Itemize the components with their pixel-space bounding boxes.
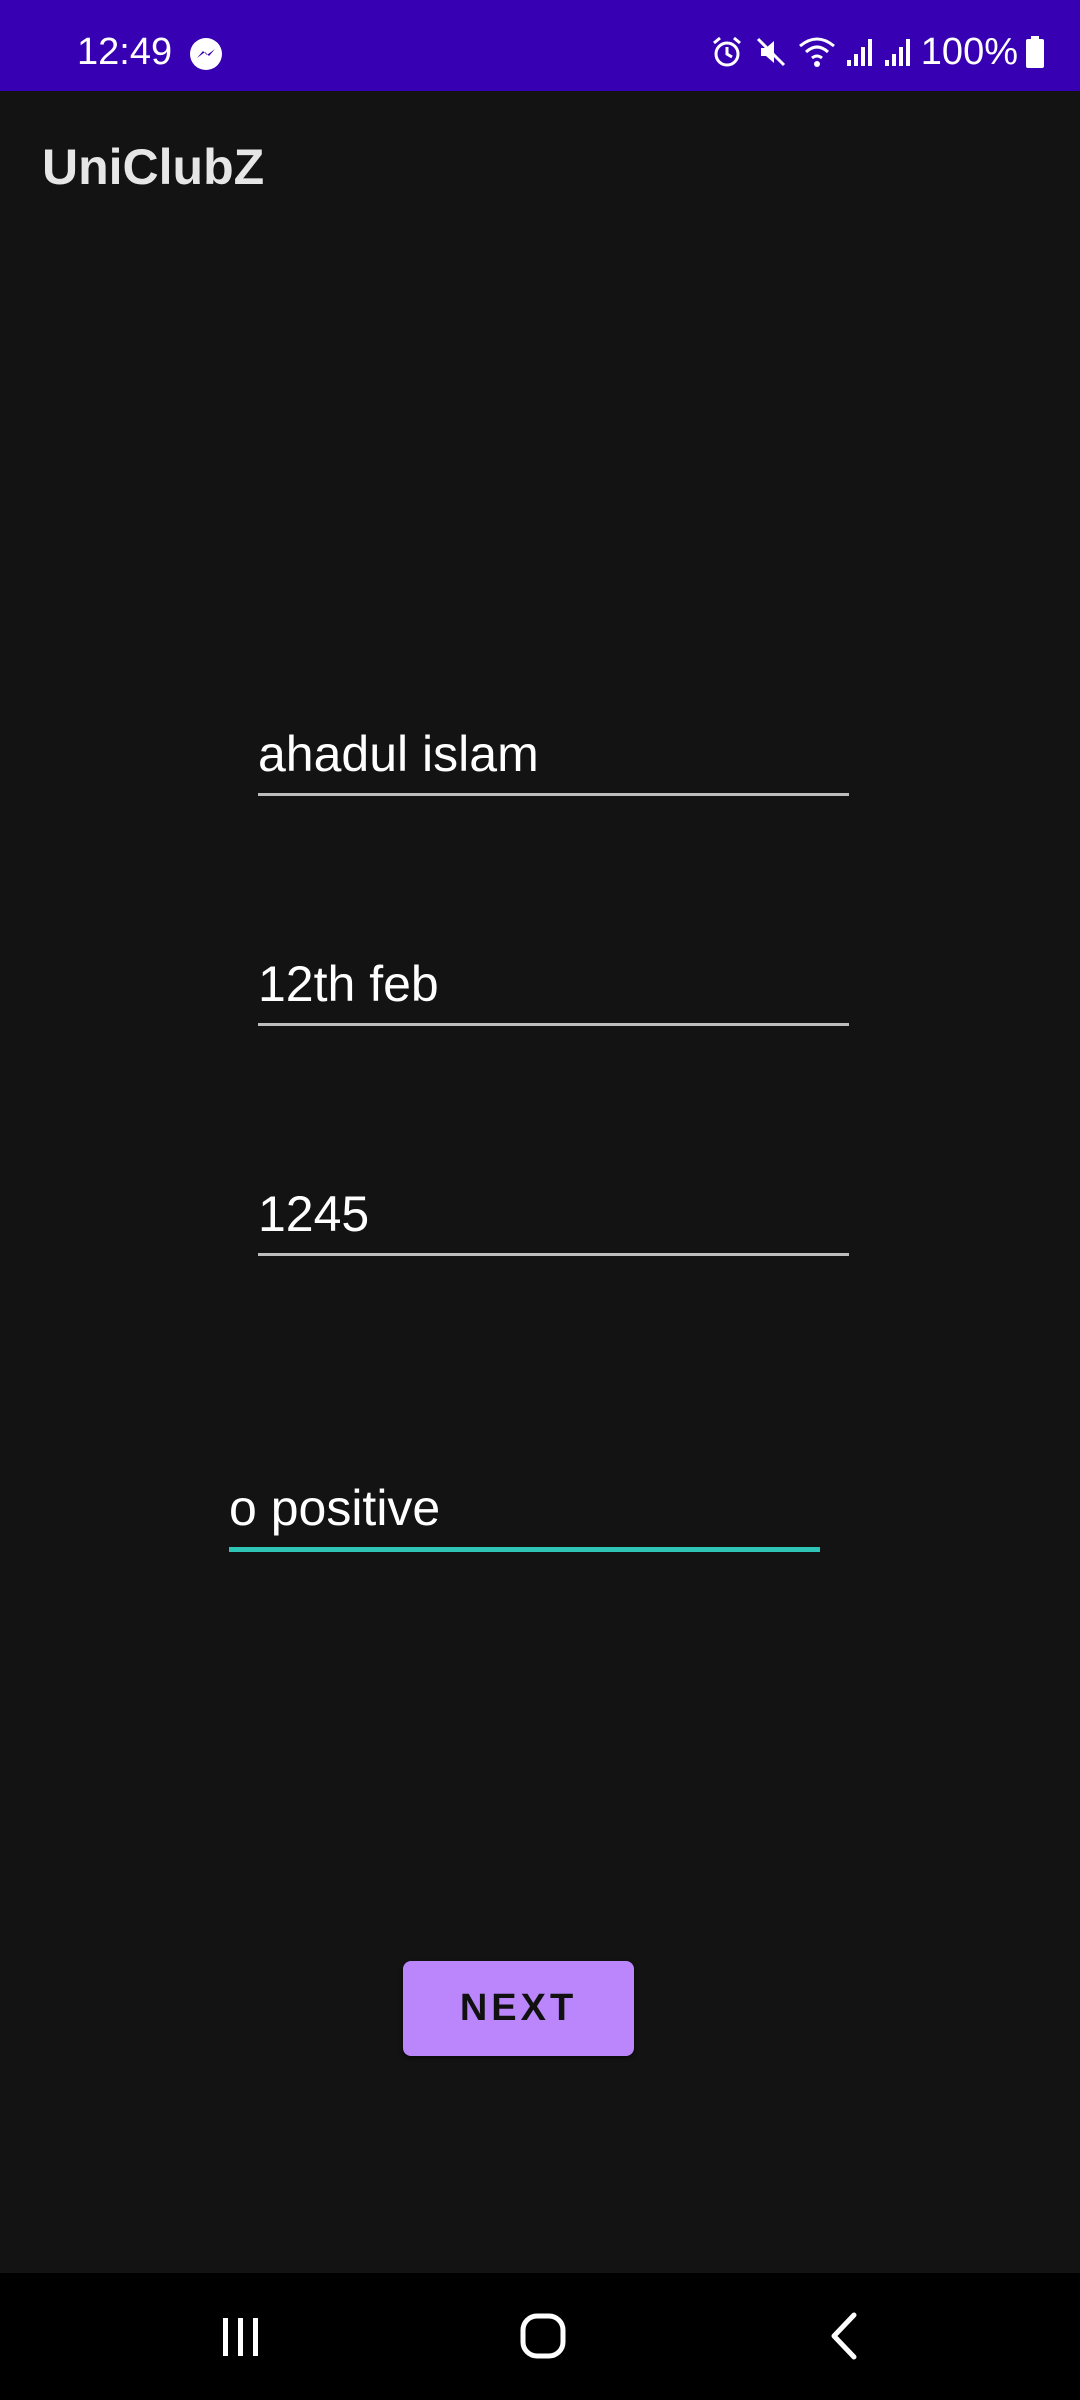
date-of-birth-field-value: 12th feb xyxy=(258,956,439,1012)
name-field[interactable]: ahadul islam xyxy=(258,724,849,796)
date-of-birth-field-underline xyxy=(258,1023,849,1026)
next-button[interactable]: NEXT xyxy=(403,1961,634,2056)
recents-icon[interactable] xyxy=(206,2301,276,2371)
signal-icon xyxy=(884,39,910,66)
id-field[interactable]: 1245 xyxy=(258,1184,849,1256)
status-bar: 12:49 100% xyxy=(0,0,1080,91)
battery-percent: 100% xyxy=(920,31,1018,73)
back-icon[interactable] xyxy=(810,2301,880,2371)
app-title: UniClubZ xyxy=(42,139,265,195)
home-icon[interactable] xyxy=(508,2301,578,2371)
id-field-value: 1245 xyxy=(258,1186,370,1242)
blood-group-field[interactable]: o positive xyxy=(229,1478,820,1552)
status-icons: 100% xyxy=(709,30,1054,74)
app-bar: UniClubZ xyxy=(0,91,1080,241)
blood-group-field-value: o positive xyxy=(229,1480,441,1536)
navigation-bar xyxy=(0,2273,1080,2400)
mute-icon xyxy=(756,37,785,67)
alarm-icon xyxy=(712,36,741,67)
name-field-underline xyxy=(258,793,849,796)
signal-icon xyxy=(846,39,872,66)
name-field-value: ahadul islam xyxy=(258,726,539,782)
id-field-underline xyxy=(258,1253,849,1256)
wifi-icon xyxy=(798,37,835,67)
battery-icon xyxy=(1026,36,1044,68)
screen: 12:49 100% UniClubZ ahadul islam 12th fe… xyxy=(0,0,1080,2400)
date-of-birth-field[interactable]: 12th feb xyxy=(258,954,849,1026)
status-time: 12:49 xyxy=(77,31,173,73)
blood-group-field-underline xyxy=(229,1547,820,1552)
messenger-icon xyxy=(190,38,222,70)
